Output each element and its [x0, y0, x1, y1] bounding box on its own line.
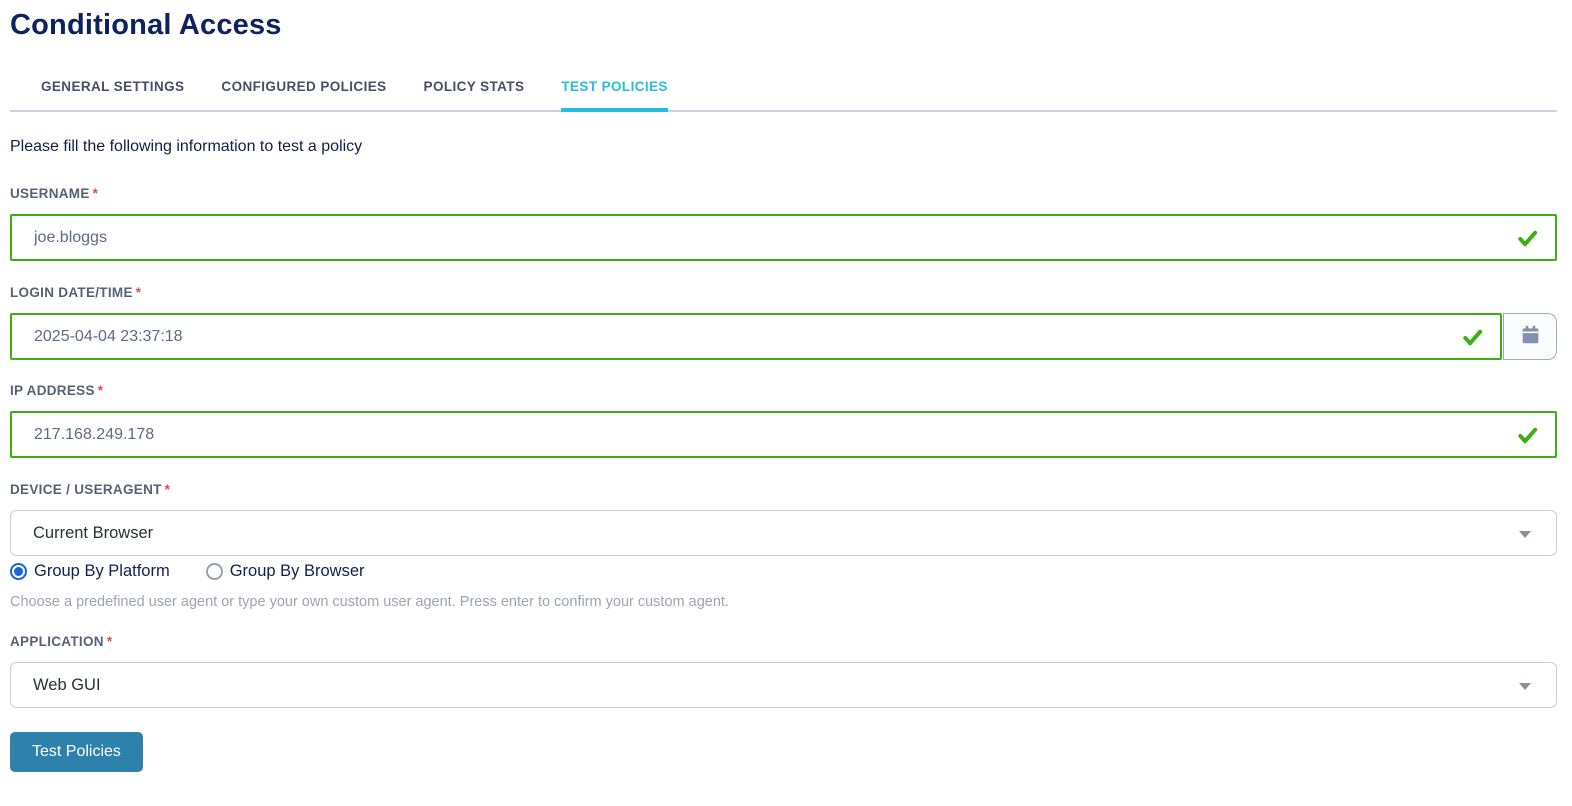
required-asterisk: *: [106, 634, 113, 649]
device-useragent-selected-value: Current Browser: [33, 523, 154, 542]
application-label: APPLICATION *: [10, 634, 113, 649]
login-datetime-field-wrap: [10, 313, 1557, 360]
calendar-icon: [1520, 324, 1541, 350]
chevron-down-icon: [1519, 531, 1531, 538]
required-asterisk: *: [164, 482, 171, 497]
ip-address-label: IP ADDRESS *: [10, 383, 104, 398]
tab-test-policies[interactable]: TEST POLICIES: [561, 79, 669, 112]
username-field-wrap: [10, 214, 1557, 261]
radio-group-by-browser[interactable]: Group By Browser: [205, 562, 365, 581]
page-title: Conditional Access: [10, 9, 282, 41]
device-useragent-label: DEVICE / USERAGENT *: [10, 482, 171, 497]
required-asterisk: *: [135, 285, 142, 300]
intro-text: Please fill the following information to…: [10, 138, 363, 155]
useragent-helper-text: Choose a predefined user agent or type y…: [10, 594, 729, 610]
useragent-grouping-radios: Group By Platform Group By Browser: [10, 562, 1557, 581]
radio-group-by-platform[interactable]: Group By Platform: [10, 562, 170, 581]
login-datetime-input[interactable]: [10, 313, 1502, 360]
conditional-access-page: Conditional Access GENERAL SETTINGS CONF…: [0, 9, 1572, 772]
tab-general-settings[interactable]: GENERAL SETTINGS: [41, 79, 184, 110]
ip-address-input[interactable]: [10, 411, 1557, 458]
required-asterisk: *: [92, 186, 99, 201]
tab-policy-stats[interactable]: POLICY STATS: [424, 79, 525, 110]
ip-address-field-wrap: [10, 411, 1557, 458]
application-select[interactable]: Web GUI: [10, 662, 1557, 708]
chevron-down-icon: [1519, 683, 1531, 690]
username-input[interactable]: [10, 214, 1557, 261]
login-datetime-label: LOGIN DATE/TIME *: [10, 285, 142, 300]
radio-selected-icon[interactable]: [10, 563, 27, 580]
required-asterisk: *: [97, 383, 104, 398]
tab-configured-policies[interactable]: CONFIGURED POLICIES: [221, 79, 386, 110]
tab-bar: GENERAL SETTINGS CONFIGURED POLICIES POL…: [10, 79, 1557, 112]
device-useragent-select[interactable]: Current Browser: [10, 510, 1557, 556]
date-picker-button[interactable]: [1503, 313, 1557, 360]
username-label: USERNAME *: [10, 186, 99, 201]
application-selected-value: Web GUI: [33, 675, 101, 694]
radio-unselected-icon[interactable]: [205, 563, 223, 580]
test-policies-button[interactable]: Test Policies: [10, 732, 143, 772]
